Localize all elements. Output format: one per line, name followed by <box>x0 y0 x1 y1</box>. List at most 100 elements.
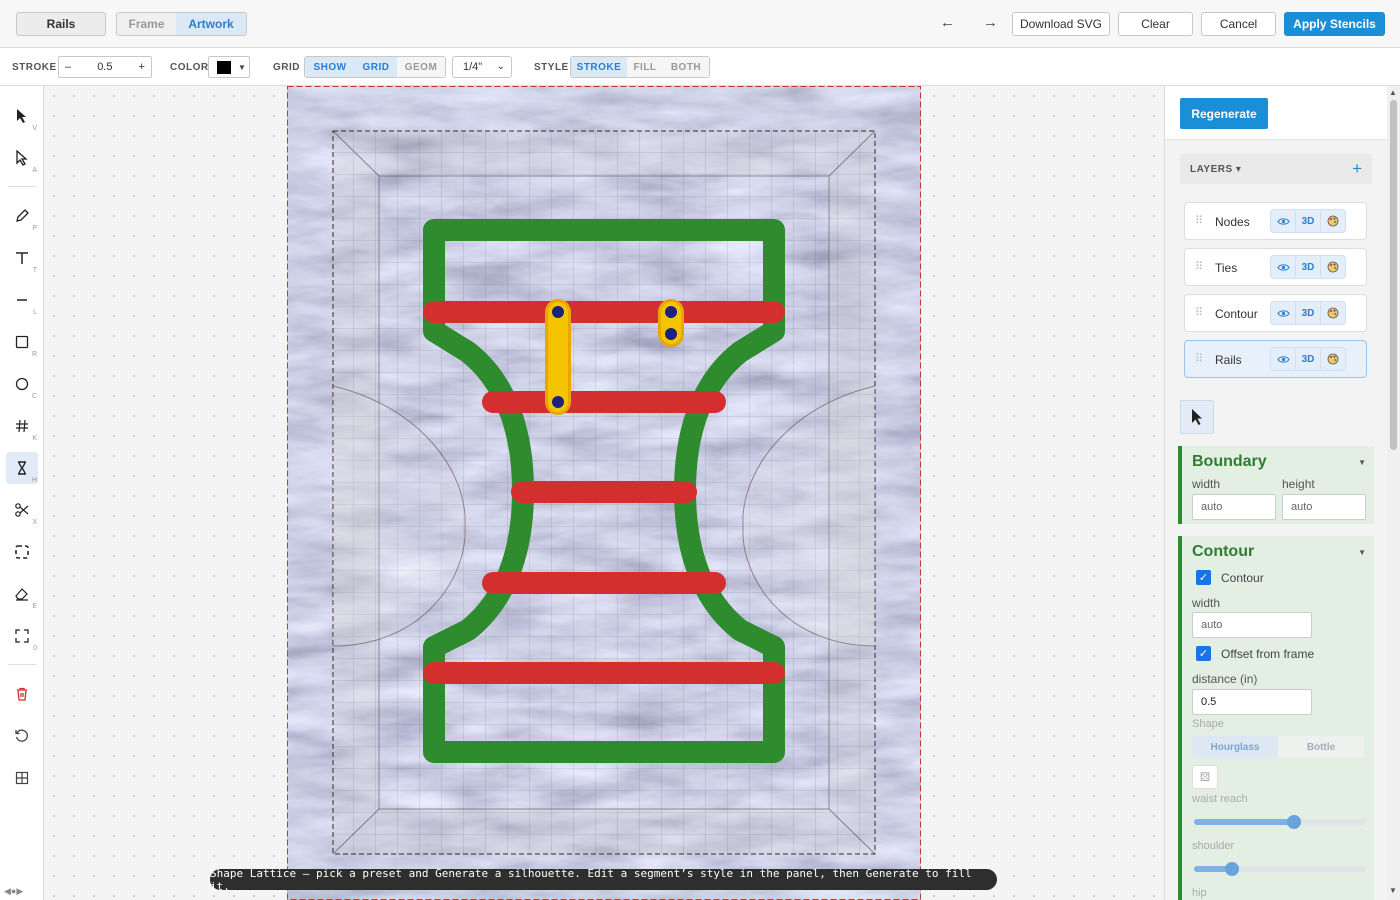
layer-3d-toggle[interactable]: 3D <box>1296 348 1321 370</box>
grid-grid-toggle[interactable]: GRID <box>355 57 397 77</box>
grid-size-select[interactable]: 1/4" ⌄ <box>452 56 512 78</box>
scissors-tool[interactable]: X <box>6 494 38 526</box>
style-both-toggle[interactable]: BOTH <box>663 57 709 77</box>
drag-handle-icon[interactable]: ⠿ <box>1195 352 1203 365</box>
eye-icon[interactable] <box>1271 302 1296 324</box>
boundary-width-input[interactable]: auto <box>1192 494 1276 520</box>
node[interactable] <box>665 306 677 318</box>
frame-tool[interactable] <box>6 536 38 568</box>
grid-tool[interactable]: K <box>6 410 38 442</box>
scroll-down-icon[interactable]: ▼ <box>1389 886 1397 895</box>
shoulder-handle[interactable] <box>1224 862 1239 876</box>
tab-frame[interactable]: Frame <box>117 13 176 35</box>
scroll-up-icon[interactable]: ▲ <box>1389 88 1397 97</box>
boundary-title[interactable]: Boundary <box>1192 453 1267 471</box>
redo-icon[interactable]: → <box>983 14 998 31</box>
color-picker[interactable]: ▼ <box>208 56 250 78</box>
palette-icon[interactable] <box>1321 348 1345 370</box>
contour-title[interactable]: Contour <box>1192 543 1254 561</box>
palette-icon[interactable] <box>1321 256 1345 278</box>
line-tool[interactable]: L <box>6 284 38 316</box>
node[interactable] <box>552 306 564 318</box>
direct-select-tool[interactable]: A <box>6 142 38 174</box>
mode-button[interactable]: Rails <box>16 12 106 36</box>
chevron-down-icon[interactable]: ▼ <box>1358 458 1366 467</box>
eye-icon[interactable] <box>1271 256 1296 278</box>
boundary-height-input[interactable]: auto <box>1282 494 1366 520</box>
delete-button[interactable] <box>6 678 38 710</box>
view-tabs: Frame Artwork <box>116 12 247 36</box>
layer-controls: 3D <box>1270 347 1346 371</box>
line-icon <box>17 299 27 301</box>
tool-shortcut: E <box>32 603 37 610</box>
fit-view-tool[interactable]: 0 <box>6 620 38 652</box>
drawing-canvas[interactable] <box>44 86 1164 900</box>
stroke-stepper[interactable]: – 0.5 + <box>58 56 152 78</box>
hourglass-tool[interactable]: H <box>6 452 38 484</box>
stroke-value[interactable]: 0.5 <box>97 61 112 73</box>
stroke-minus-button[interactable]: – <box>65 61 71 73</box>
cancel-button[interactable]: Cancel <box>1201 12 1276 36</box>
add-layer-button[interactable]: + <box>1352 159 1362 179</box>
contour-checkbox[interactable]: ✓ <box>1196 570 1211 585</box>
layer-3d-toggle[interactable]: 3D <box>1296 210 1321 232</box>
pointer-mode-button[interactable] <box>1180 400 1214 434</box>
randomize-dice-icon[interactable]: ⚄ <box>1192 765 1218 789</box>
stroke-plus-button[interactable]: + <box>139 61 145 73</box>
clear-button[interactable]: Clear <box>1118 12 1193 36</box>
layout-button[interactable] <box>6 762 38 794</box>
download-svg-button[interactable]: Download SVG <box>1012 12 1110 36</box>
drag-handle-icon[interactable]: ⠿ <box>1195 306 1203 319</box>
contour-width-input[interactable]: auto <box>1192 612 1312 638</box>
drag-handle-icon[interactable]: ⠿ <box>1195 260 1203 273</box>
palette-icon[interactable] <box>1321 210 1345 232</box>
palette-icon[interactable] <box>1321 302 1345 324</box>
grid-geom-toggle[interactable]: GEOM <box>397 57 445 77</box>
shape-selector: Hourglass Bottle <box>1192 736 1364 758</box>
contour-width-label: width <box>1192 596 1221 610</box>
chevron-down-icon[interactable]: ▼ <box>1358 548 1366 557</box>
waist-reach-handle[interactable] <box>1286 815 1301 829</box>
tab-artwork[interactable]: Artwork <box>176 13 246 35</box>
drag-handle-icon[interactable]: ⠿ <box>1195 214 1203 227</box>
layer-3d-toggle[interactable]: 3D <box>1296 302 1321 324</box>
pen-tool[interactable]: P <box>6 200 38 232</box>
offset-from-frame-checkbox[interactable]: ✓ <box>1196 646 1211 661</box>
tool-shortcut: T <box>32 267 37 274</box>
shape-bottle-option[interactable]: Bottle <box>1278 736 1364 758</box>
layer-3d-toggle[interactable]: 3D <box>1296 256 1321 278</box>
layer-controls: 3D <box>1270 255 1346 279</box>
eye-icon[interactable] <box>1271 348 1296 370</box>
layers-title[interactable]: LAYERS ▾ <box>1190 164 1241 175</box>
node[interactable] <box>552 396 564 408</box>
layer-name: Rails <box>1215 353 1242 367</box>
scrollbar-thumb[interactable] <box>1390 100 1397 450</box>
rectangle-tool[interactable]: R <box>6 326 38 358</box>
scroll-dots-icon[interactable]: ◀●▶ <box>4 886 23 897</box>
contour-section: Contour ▼ ✓ Contour width auto ✓ Offset … <box>1178 536 1374 900</box>
layer-contour[interactable]: ⠿ Contour 3D <box>1184 294 1367 332</box>
style-stroke-toggle[interactable]: STROKE <box>571 57 627 77</box>
style-fill-toggle[interactable]: FILL <box>627 57 663 77</box>
grid-show-toggle[interactable]: SHOW <box>305 57 355 77</box>
ellipse-tool[interactable]: C <box>6 368 38 400</box>
apply-stencils-button[interactable]: Apply Stencils <box>1284 12 1385 36</box>
layer-ties[interactable]: ⠿ Ties 3D <box>1184 248 1367 286</box>
shape-hourglass-option[interactable]: Hourglass <box>1192 736 1278 758</box>
reset-button[interactable] <box>6 720 38 752</box>
fullscreen-icon <box>15 629 29 643</box>
tool-shortcut: R <box>31 351 37 358</box>
regenerate-button[interactable]: Regenerate <box>1180 98 1268 129</box>
text-tool[interactable]: T <box>6 242 38 274</box>
grid-layout-icon <box>15 771 29 785</box>
distance-input[interactable]: 0.5 <box>1192 689 1312 715</box>
eye-icon[interactable] <box>1271 210 1296 232</box>
node[interactable] <box>665 328 677 340</box>
select-tool[interactable]: V <box>6 100 38 132</box>
eraser-tool[interactable]: E <box>6 578 38 610</box>
artwork-board[interactable] <box>287 86 921 900</box>
layer-nodes[interactable]: ⠿ Nodes 3D <box>1184 202 1367 240</box>
layer-rails[interactable]: ⠿ Rails 3D <box>1184 340 1367 378</box>
panel-scrollbar[interactable]: ▲ ▼ <box>1387 86 1400 900</box>
undo-icon[interactable]: ← <box>940 14 955 31</box>
